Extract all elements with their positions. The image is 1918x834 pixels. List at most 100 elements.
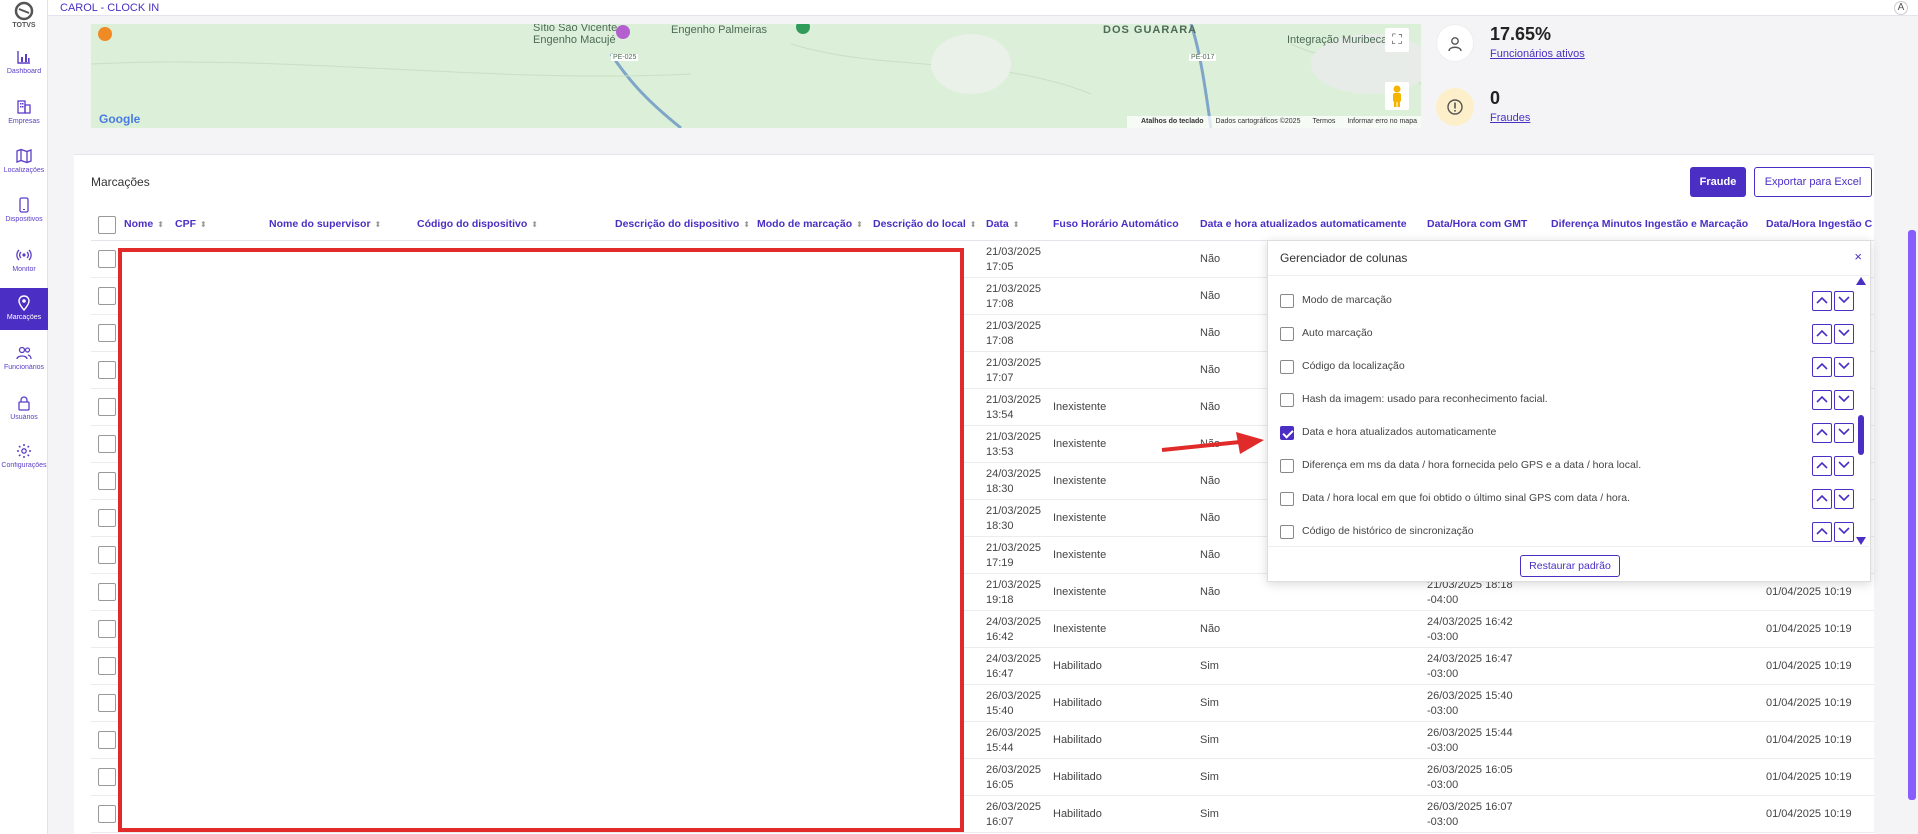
column-header-modo-marcacao[interactable]: Modo de marcação ⬍	[757, 218, 863, 230]
column-manager-item[interactable]: Data / hora local em que foi obtido o úl…	[1280, 484, 1854, 514]
move-down-button[interactable]	[1834, 489, 1854, 509]
column-header-nome[interactable]: Nome ⬍	[124, 218, 164, 230]
row-checkbox[interactable]	[98, 805, 116, 823]
row-checkbox[interactable]	[98, 768, 116, 786]
move-up-button[interactable]	[1812, 423, 1832, 443]
scroll-up-icon[interactable]	[1856, 277, 1866, 285]
sidebar-item-monitor[interactable]: Monitor	[0, 240, 48, 286]
chevron-up-icon	[1813, 461, 1831, 469]
map-footer-link[interactable]: Atalhos do teclado	[1141, 118, 1204, 125]
export-excel-button[interactable]: Exportar para Excel	[1754, 167, 1872, 197]
map[interactable]: Sítio São Vicente Engenho Macujé Engenho…	[91, 24, 1421, 128]
row-checkbox[interactable]	[98, 583, 116, 601]
cell-fuso: Inexistente	[1053, 401, 1107, 413]
move-up-button[interactable]	[1812, 357, 1832, 377]
row-checkbox[interactable]	[98, 324, 116, 342]
page-scrollbar[interactable]	[1908, 230, 1916, 800]
column-manager-item[interactable]: Código da localização	[1280, 352, 1854, 382]
column-manager-item[interactable]: Auto marcação	[1280, 319, 1854, 349]
column-list-scrollbar[interactable]	[1856, 275, 1866, 547]
sidebar-item-localizacoes[interactable]: Localizações	[0, 141, 48, 187]
column-manager-item[interactable]: Modo de marcação	[1280, 286, 1854, 316]
scroll-thumb[interactable]	[1858, 415, 1864, 455]
row-checkbox[interactable]	[98, 472, 116, 490]
fraude-button[interactable]: Fraude	[1690, 167, 1746, 197]
column-header-supervisor[interactable]: Nome do supervisor ⬍	[269, 218, 381, 230]
sidebar-item-dispositivos[interactable]: Dispositivos	[0, 190, 48, 236]
move-down-button[interactable]	[1834, 357, 1854, 377]
row-checkbox[interactable]	[98, 509, 116, 527]
move-down-button[interactable]	[1834, 423, 1854, 443]
column-manager-item[interactable]: Hash da imagem: usado para reconheciment…	[1280, 385, 1854, 415]
cell-auto: Não	[1200, 253, 1221, 265]
row-checkbox[interactable]	[98, 361, 116, 379]
stat-link[interactable]: Funcionários ativos	[1490, 48, 1585, 60]
row-checkbox[interactable]	[98, 435, 116, 453]
cell-date: 26/03/2025	[986, 690, 1042, 702]
row-checkbox[interactable]	[98, 398, 116, 416]
column-manager-item[interactable]: Data e hora atualizados automaticamente	[1280, 418, 1854, 448]
column-header-cpf[interactable]: CPF ⬍	[175, 218, 207, 230]
move-down-button[interactable]	[1834, 522, 1854, 542]
totvs-logo[interactable]: TOTVS	[0, 0, 48, 32]
column-header-codigo-dispositivo[interactable]: Código do dispositivo ⬍	[417, 218, 538, 230]
user-avatar[interactable]: A	[1894, 1, 1908, 15]
sidebar-item-configuracoes[interactable]: Configurações	[0, 436, 48, 482]
column-checkbox[interactable]	[1280, 393, 1294, 407]
row-checkbox[interactable]	[98, 694, 116, 712]
column-header-descricao-local[interactable]: Descrição do local ⬍	[873, 218, 977, 230]
cell-time: 16:07	[986, 816, 1014, 828]
sidebar-item-empresas[interactable]: Empresas	[0, 92, 48, 138]
map-footer-link[interactable]: Informar erro no mapa	[1347, 118, 1417, 125]
column-header-descricao-dispositivo[interactable]: Descrição do dispositivo ⬍	[615, 218, 750, 230]
chevron-down-icon	[1835, 527, 1853, 535]
close-icon[interactable]: ×	[1854, 249, 1862, 264]
column-label: Modo de marcação	[1302, 294, 1392, 306]
column-header-fuso-horario[interactable]: Fuso Horário Automático	[1053, 218, 1179, 230]
move-down-button[interactable]	[1834, 324, 1854, 344]
move-up-button[interactable]	[1812, 390, 1832, 410]
column-header-diferenca-minutos[interactable]: Diferença Minutos Ingestão e Marcação	[1551, 218, 1748, 230]
column-checkbox[interactable]	[1280, 294, 1294, 308]
column-label: Data e hora atualizados automaticamente	[1302, 426, 1497, 438]
restore-default-button[interactable]: Restaurar padrão	[1520, 555, 1620, 577]
column-header-data-hora-auto[interactable]: Data e hora atualizados automaticamente	[1200, 218, 1407, 230]
sidebar-item-funcionarios[interactable]: Funcionários	[0, 338, 48, 384]
column-checkbox[interactable]	[1280, 360, 1294, 374]
move-up-button[interactable]	[1812, 291, 1832, 311]
row-checkbox[interactable]	[98, 250, 116, 268]
sidebar-item-usuarios[interactable]: Usuários	[0, 388, 48, 434]
sidebar-item-dashboard[interactable]: Dashboard	[0, 42, 48, 88]
move-up-button[interactable]	[1812, 489, 1832, 509]
stat-link[interactable]: Fraudes	[1490, 112, 1530, 124]
fullscreen-button[interactable]: ⛶	[1385, 28, 1409, 52]
row-checkbox[interactable]	[98, 546, 116, 564]
row-checkbox[interactable]	[98, 657, 116, 675]
map-footer-link[interactable]: Termos	[1312, 118, 1335, 125]
column-manager-item[interactable]: Diferença em ms da data / hora fornecida…	[1280, 451, 1854, 481]
street-view-pegman[interactable]	[1385, 82, 1409, 110]
move-down-button[interactable]	[1834, 291, 1854, 311]
column-checkbox[interactable]	[1280, 492, 1294, 506]
chevron-down-icon	[1835, 428, 1853, 436]
column-checkbox[interactable]	[1280, 459, 1294, 473]
row-checkbox[interactable]	[98, 620, 116, 638]
column-header-gmt[interactable]: Data/Hora com GMT	[1427, 218, 1527, 230]
column-checkbox[interactable]	[1280, 327, 1294, 341]
column-header-data[interactable]: Data ⬍	[986, 218, 1019, 230]
scroll-down-icon[interactable]	[1856, 537, 1866, 545]
column-header-ingestao[interactable]: Data/Hora Ingestão C	[1766, 218, 1872, 230]
row-checkbox[interactable]	[98, 731, 116, 749]
select-all-checkbox[interactable]	[98, 216, 116, 234]
move-up-button[interactable]	[1812, 324, 1832, 344]
move-up-button[interactable]	[1812, 456, 1832, 476]
cell-time: 17:07	[986, 372, 1014, 384]
column-checkbox[interactable]	[1280, 525, 1294, 539]
row-checkbox[interactable]	[98, 287, 116, 305]
sidebar-item-marcacoes[interactable]: Marcações	[0, 288, 48, 330]
column-checkbox[interactable]	[1280, 426, 1294, 440]
column-manager-item[interactable]: Código de histórico de sincronização	[1280, 517, 1854, 546]
move-down-button[interactable]	[1834, 456, 1854, 476]
move-down-button[interactable]	[1834, 390, 1854, 410]
move-up-button[interactable]	[1812, 522, 1832, 542]
